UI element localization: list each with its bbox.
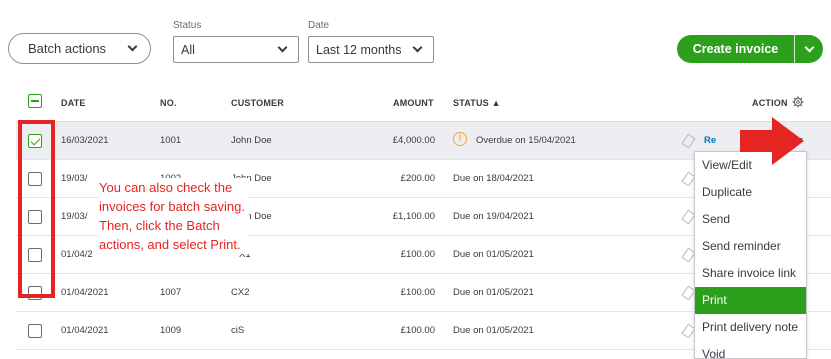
cell-status: Due on 18/04/2021: [453, 173, 534, 184]
cell-status: Due on 01/05/2021: [453, 287, 534, 298]
cell-customer: John Doe: [231, 135, 272, 146]
chevron-down-icon: [127, 41, 138, 52]
cell-customer: CX2: [231, 287, 250, 298]
date-filter-value: Last 12 months: [316, 42, 402, 57]
gear-icon[interactable]: [792, 96, 804, 108]
header-action: ACTION: [752, 98, 788, 108]
cell-status: Due on 01/05/2021: [453, 325, 534, 336]
batch-actions-button[interactable]: Batch actions: [8, 33, 151, 64]
menu-item-send-reminder[interactable]: Send reminder: [695, 233, 806, 260]
status-filter-select[interactable]: All: [173, 36, 299, 63]
chevron-down-icon: [412, 42, 423, 53]
header-status[interactable]: STATUS ▲: [453, 98, 501, 108]
checkbox-highlight-box: [18, 120, 55, 298]
menu-item-print[interactable]: Print: [695, 287, 806, 314]
header-customer[interactable]: CUSTOMER: [231, 98, 284, 108]
menu-item-void[interactable]: Void: [695, 341, 806, 359]
menu-item-duplicate[interactable]: Duplicate: [695, 179, 806, 206]
cell-status: Overdue on 15/04/2021: [476, 135, 576, 146]
cell-status: Due on 19/04/2021: [453, 211, 534, 222]
warning-icon: !: [453, 132, 467, 147]
action-dropdown-menu: View/Edit Duplicate Send Send reminder S…: [694, 151, 807, 359]
cell-date: 16/03/2021: [61, 135, 109, 146]
create-invoice-button[interactable]: Create invoice: [677, 35, 823, 63]
header-no[interactable]: NO.: [160, 98, 177, 108]
cell-date: 01/04/2021: [61, 287, 109, 298]
row-checkbox[interactable]: [28, 324, 42, 338]
cell-no: 1007: [160, 287, 182, 298]
status-filter-label: Status: [173, 20, 202, 31]
select-all-checkbox[interactable]: [28, 94, 42, 108]
menu-item-print-delivery-note[interactable]: Print delivery note: [695, 314, 806, 341]
date-filter-select[interactable]: Last 12 months: [308, 36, 434, 63]
cell-date: 19/03/: [61, 211, 88, 222]
cell-date: 01/04/2: [61, 249, 93, 260]
cell-amount: £100.00: [400, 249, 435, 260]
cell-amount: £100.00: [400, 287, 435, 298]
chevron-down-icon: [277, 42, 288, 53]
create-invoice-dropdown[interactable]: [795, 42, 823, 52]
cell-amount: £1,100.00: [392, 211, 435, 222]
date-filter-label: Date: [308, 20, 330, 31]
cell-date: 01/04/2021: [61, 325, 109, 336]
annotation-text: You can also check the invoices for batc…: [99, 178, 249, 254]
chevron-down-icon: [804, 42, 814, 52]
status-filter-value: All: [181, 42, 195, 57]
cell-status: Due on 01/05/2021: [453, 249, 534, 260]
pencil-icon[interactable]: [681, 133, 696, 149]
split-divider: [794, 35, 795, 63]
arrow-annotation-icon: [740, 117, 804, 165]
menu-item-send[interactable]: Send: [695, 206, 806, 233]
cell-amount: £200.00: [400, 173, 435, 184]
header-date[interactable]: DATE: [61, 98, 86, 108]
menu-item-share-invoice-link[interactable]: Share invoice link: [695, 260, 806, 287]
cell-customer: ciS: [231, 325, 245, 336]
header-amount[interactable]: AMOUNT: [393, 98, 434, 108]
cell-no: 1009: [160, 325, 182, 336]
cell-amount: £4,000.00: [392, 135, 435, 146]
cell-no: 1001: [160, 135, 182, 146]
cell-amount: £100.00: [400, 325, 435, 336]
create-invoice-label: Create invoice: [692, 42, 779, 56]
cell-date: 19/03/: [61, 173, 88, 184]
batch-actions-label: Batch actions: [28, 41, 107, 56]
